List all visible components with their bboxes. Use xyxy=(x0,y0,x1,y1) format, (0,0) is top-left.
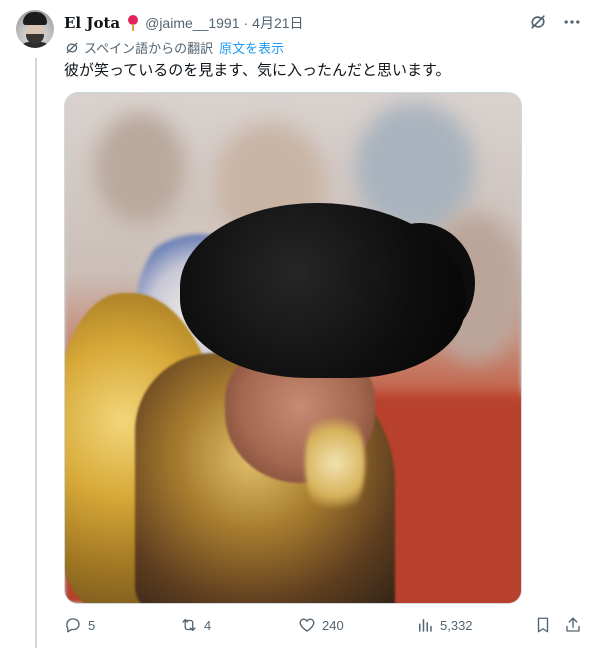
author-name[interactable]: El Jota xyxy=(64,14,120,32)
tweet-text: 彼が笑っているのを見ます、気に入ったんだと思います。 xyxy=(64,62,451,79)
views-icon xyxy=(419,619,432,632)
bookmark-icon xyxy=(537,617,549,633)
translate-icon xyxy=(64,40,80,56)
retweet-count: 4 xyxy=(204,617,212,633)
tweet-actions-bar: 5 4 240 5,332 xyxy=(64,616,586,638)
translation-row: スペイン語からの翻訳 原文を表示 xyxy=(64,38,284,57)
show-original-link[interactable]: 原文を表示 xyxy=(219,38,284,57)
share-icon xyxy=(566,617,580,632)
like-icon xyxy=(299,618,315,632)
author-handle[interactable]: @jaime__1991 xyxy=(145,15,239,31)
translated-from-label: スペイン語からの翻訳 xyxy=(84,41,214,56)
header-separator: · xyxy=(243,15,249,31)
retweet-icon xyxy=(182,619,196,631)
avatar-cap xyxy=(23,12,47,25)
retweet-button[interactable]: 4 xyxy=(180,616,211,634)
tweet-top-actions xyxy=(528,12,582,32)
bookmark-button[interactable] xyxy=(534,616,552,634)
view-count: 5,332 xyxy=(440,617,473,633)
views-button[interactable]: 5,332 xyxy=(416,616,473,634)
reply-count: 5 xyxy=(88,617,96,633)
grok-icon[interactable] xyxy=(528,12,548,32)
tweet-header: El Jota @jaime__1991 · 4月21日 xyxy=(64,13,304,33)
avatar[interactable] xyxy=(16,10,54,48)
reply-button[interactable]: 5 xyxy=(64,616,95,634)
tweet-photo[interactable] xyxy=(64,92,522,604)
like-button[interactable]: 240 xyxy=(298,616,344,634)
share-button[interactable] xyxy=(564,616,582,634)
tweet-date[interactable]: 4月21日 xyxy=(252,13,303,33)
reply-icon xyxy=(66,618,80,633)
thread-connector-line xyxy=(35,58,37,648)
like-count: 240 xyxy=(322,617,344,633)
more-icon[interactable] xyxy=(562,12,582,32)
pushpin-emoji-icon xyxy=(126,14,140,32)
